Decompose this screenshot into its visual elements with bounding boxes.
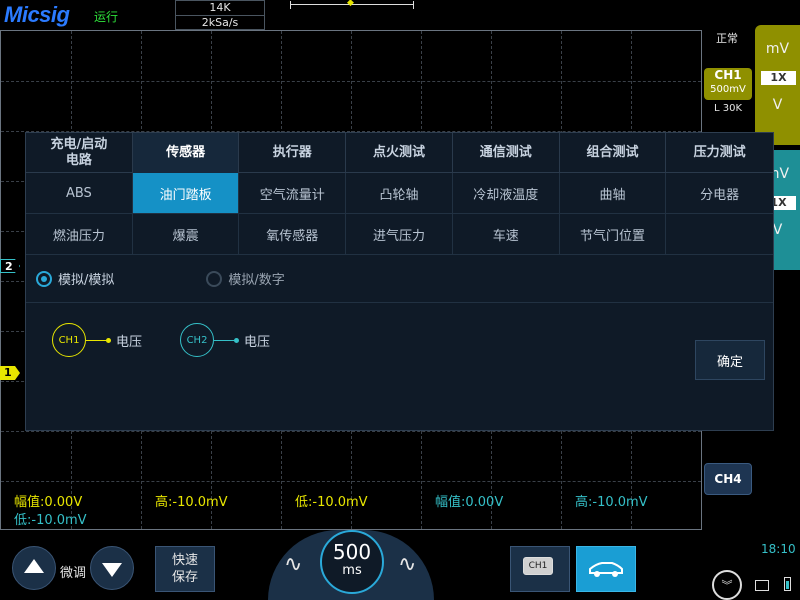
- probe-lead: [214, 337, 239, 343]
- tab-pressure[interactable]: 压力测试: [666, 133, 773, 173]
- tab-ignition[interactable]: 点火测试: [346, 133, 453, 173]
- ch1-probe-connection: CH1 电压: [52, 323, 142, 357]
- auto-test-button[interactable]: [576, 546, 636, 592]
- sensor-coolant-temp[interactable]: 冷却液温度: [453, 173, 560, 213]
- ch1-unit: mV: [765, 41, 790, 57]
- auto-test-dialog: 充电/启动 电路 传感器 执行器 点火测试 通信测试 组合测试 压力测试 ABS…: [25, 132, 774, 431]
- ch1-bandwidth-limit: L 30K: [714, 103, 743, 114]
- sensor-throttle-position[interactable]: 节气门位置: [560, 214, 667, 254]
- sensor-intake-pressure[interactable]: 进气压力: [346, 214, 453, 254]
- ch1-scale: 500mV: [710, 84, 746, 95]
- radio-unselected-icon: [206, 270, 223, 287]
- battery-icon: [784, 577, 791, 591]
- trigger-mode[interactable]: 正常: [716, 30, 738, 46]
- sensor-oxygen[interactable]: 氧传感器: [239, 214, 347, 254]
- radio-selected-icon: [36, 270, 52, 287]
- run-status[interactable]: 运行: [94, 8, 118, 25]
- clock: 18:10: [761, 542, 796, 556]
- sensor-row: 燃油压力 爆震 氧传感器 进气压力 车速 节气门位置: [26, 214, 773, 255]
- car-icon: [589, 562, 623, 577]
- radio-label: 模拟/模拟: [58, 273, 115, 288]
- trigger-position-icon[interactable]: ◆: [347, 0, 355, 8]
- sensor-distributor[interactable]: 分电器: [666, 173, 773, 213]
- category-tabs: 充电/启动 电路 传感器 执行器 点火测试 通信测试 组合测试 压力测试: [26, 133, 773, 173]
- tab-combination[interactable]: 组合测试: [560, 133, 667, 173]
- arrow-down-icon: [102, 563, 122, 577]
- grid-line: [1, 81, 701, 82]
- sensor-air-flow[interactable]: 空气流量计: [239, 173, 347, 213]
- ch2-high: 高:-10.0mV: [575, 495, 648, 510]
- sensor-knock[interactable]: 爆震: [133, 214, 240, 254]
- chevron-down-icon[interactable]: ︾: [712, 570, 742, 600]
- radio-analog-analog[interactable]: 模拟/模拟: [36, 269, 114, 288]
- timebase-increase-icon[interactable]: ∿: [398, 552, 416, 577]
- fine-adjust-label: 微调: [60, 566, 87, 581]
- timebase-decrease-icon[interactable]: ∿: [284, 552, 302, 577]
- sensor-empty-slot: [666, 214, 773, 254]
- tab-communication[interactable]: 通信测试: [453, 133, 560, 173]
- radio-analog-digital[interactable]: 模拟/数字: [206, 269, 285, 288]
- ch1-high: 高:-10.0mV: [155, 495, 228, 510]
- memory-depth: 14K: [209, 1, 231, 14]
- probe-lead: [86, 337, 111, 343]
- grid-line: [1, 431, 701, 432]
- ch1-card-icon: CH1: [523, 557, 553, 575]
- ch1-low: 低:-10.0mV: [295, 495, 368, 510]
- quick-save-button[interactable]: 快速 保存: [155, 546, 215, 592]
- timebase-number: 500: [332, 540, 372, 564]
- ch2-probe-label: 电压: [244, 334, 271, 350]
- ch2-low: 低:-10.0mV: [14, 513, 87, 528]
- sensor-camshaft[interactable]: 凸轮轴: [346, 173, 453, 213]
- ch2-amplitude: 幅值:0.00V: [435, 495, 504, 510]
- pc-connection-icon: [755, 580, 769, 591]
- sensor-throttle-pedal[interactable]: 油门踏板: [132, 173, 240, 213]
- timebase-unit: ms: [342, 563, 362, 578]
- tab-charging-starting[interactable]: 充电/启动 电路: [26, 133, 133, 173]
- ch1-info-tab[interactable]: CH1 500mV: [704, 68, 752, 100]
- sample-rate: 2kSa/s: [176, 15, 264, 29]
- sensor-abs[interactable]: ABS: [26, 173, 133, 213]
- ch1-probe-ratio[interactable]: 1X: [761, 71, 796, 85]
- ch1-vertical-panel[interactable]: mV 1X V: [755, 25, 800, 145]
- grid-line: [1, 481, 701, 482]
- ch2-probe-connection: CH2 电压: [180, 323, 270, 357]
- acquisition-info[interactable]: 14K 2kSa/s: [175, 0, 265, 30]
- ch2-probe-icon: CH2: [180, 323, 214, 357]
- fine-down-button[interactable]: [90, 546, 134, 590]
- arrow-up-icon: [24, 559, 44, 573]
- tab-sensors[interactable]: 传感器: [132, 133, 240, 173]
- ch1-amplitude: 幅值:0.00V: [14, 495, 83, 510]
- channel-select-button[interactable]: CH1: [510, 546, 570, 592]
- app-logo: Micsig: [4, 2, 70, 27]
- fine-up-button[interactable]: [12, 546, 56, 590]
- ch1-probe-label: 电压: [116, 334, 143, 350]
- tab-actuators[interactable]: 执行器: [239, 133, 347, 173]
- sensor-row: ABS 油门踏板 空气流量计 凸轮轴 冷却液温度 曲轴 分电器: [26, 173, 773, 214]
- bottom-toolbar: 微调 快速 保存 ∿ 500 ms ∿ CH1 18:10 ︾: [0, 530, 800, 600]
- sensor-vehicle-speed[interactable]: 车速: [453, 214, 560, 254]
- signal-type-options: 模拟/模拟 模拟/数字: [26, 255, 773, 303]
- radio-label: 模拟/数字: [228, 273, 285, 288]
- ch1-coupling[interactable]: V: [755, 97, 800, 113]
- ch1-probe-icon: CH1: [52, 323, 86, 357]
- confirm-button[interactable]: 确定: [695, 340, 765, 380]
- sensor-fuel-pressure[interactable]: 燃油压力: [26, 214, 133, 254]
- timebase-value[interactable]: 500 ms: [320, 530, 384, 594]
- ch4-button[interactable]: CH4: [704, 463, 752, 495]
- ch1-name: CH1: [714, 68, 742, 82]
- sensor-crankshaft[interactable]: 曲轴: [560, 173, 667, 213]
